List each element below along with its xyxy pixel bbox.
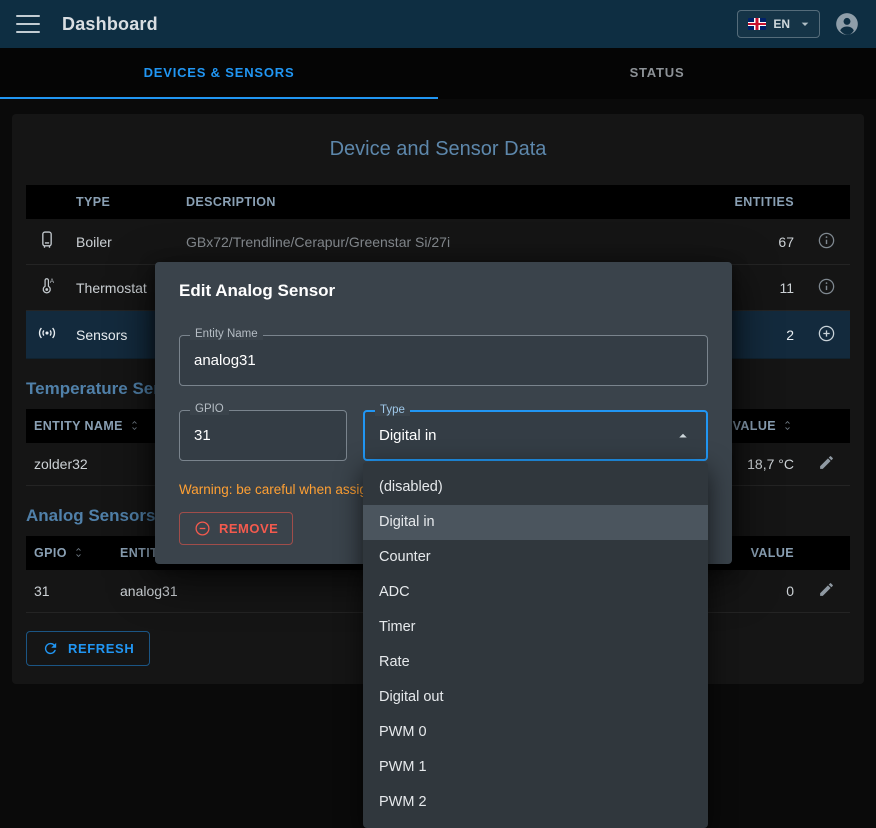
dropdown-option-timer[interactable]: Timer	[363, 610, 708, 645]
sensors-icon	[36, 322, 58, 344]
tab-status[interactable]: STATUS	[438, 48, 876, 99]
dropdown-option-disabled[interactable]: (disabled)	[363, 470, 708, 505]
dropdown-option-rate[interactable]: Rate	[363, 645, 708, 680]
device-description: GBx72/Trendline/Cerapur/Greenstar Si/27i	[178, 219, 710, 265]
tab-bar: DEVICES & SENSORS STATUS	[0, 48, 876, 99]
dropdown-option-counter[interactable]: Counter	[363, 540, 708, 575]
info-icon[interactable]	[817, 231, 836, 250]
gpio-field[interactable]: GPIO 31	[179, 410, 347, 461]
sort-icon	[72, 546, 85, 559]
edit-pencil-icon[interactable]	[818, 454, 835, 471]
add-circle-icon[interactable]	[817, 324, 836, 343]
type-dropdown-menu: (disabled) Digital in Counter ADC Timer …	[363, 462, 708, 828]
remove-button[interactable]: REMOVE	[179, 512, 293, 545]
dropdown-option-pwm1[interactable]: PWM 1	[363, 750, 708, 785]
refresh-icon	[42, 640, 59, 657]
sort-icon	[781, 419, 794, 432]
dropdown-option-adc[interactable]: ADC	[363, 575, 708, 610]
type-label: Type	[375, 404, 410, 416]
dropdown-arrow-icon	[674, 427, 692, 445]
edit-pencil-icon[interactable]	[818, 581, 835, 598]
topbar-actions: EN	[737, 10, 860, 38]
type-value: Digital in	[379, 427, 437, 444]
remove-label: REMOVE	[219, 521, 278, 536]
gpio-value: 31	[194, 427, 211, 444]
topbar: Dashboard EN	[0, 0, 876, 48]
type-select[interactable]: Type Digital in	[363, 410, 708, 461]
thermostat-icon: A	[37, 276, 57, 296]
sensor-gpio: 31	[26, 570, 112, 613]
entity-name-field[interactable]: Entity Name analog31	[179, 335, 708, 386]
panel-title: Device and Sensor Data	[26, 138, 850, 161]
boiler-icon	[37, 230, 57, 250]
entity-name-value: analog31	[194, 352, 256, 369]
caret-down-icon	[797, 16, 813, 32]
tab-devices-sensors[interactable]: DEVICES & SENSORS	[0, 48, 438, 99]
entity-name-label: Entity Name	[190, 328, 263, 340]
sort-icon	[128, 419, 141, 432]
col-entities: ENTITIES	[710, 185, 802, 219]
table-row-boiler[interactable]: Boiler GBx72/Trendline/Cerapur/Greenstar…	[26, 219, 850, 265]
devices-table-header: TYPE DESCRIPTION ENTITIES	[26, 185, 850, 219]
svg-text:A: A	[50, 278, 55, 285]
dropdown-option-pwm2[interactable]: PWM 2	[363, 785, 708, 820]
col-gpio[interactable]: GPIO	[26, 536, 112, 570]
device-entities: 67	[710, 219, 802, 265]
device-type: Boiler	[68, 219, 178, 265]
refresh-button[interactable]: REFRESH	[26, 631, 150, 666]
uk-flag-icon	[748, 18, 766, 30]
gpio-label: GPIO	[190, 403, 229, 415]
dropdown-option-pwm0[interactable]: PWM 0	[363, 715, 708, 750]
dropdown-option-digital-out[interactable]: Digital out	[363, 680, 708, 715]
col-description: DESCRIPTION	[178, 185, 710, 219]
dialog-title: Edit Analog Sensor	[155, 262, 732, 311]
page-title: Dashboard	[62, 14, 158, 35]
dropdown-option-digital-in[interactable]: Digital in	[363, 505, 708, 540]
account-icon[interactable]	[834, 11, 860, 37]
menu-icon[interactable]	[16, 15, 40, 33]
refresh-label: REFRESH	[68, 641, 134, 656]
language-selector[interactable]: EN	[737, 10, 820, 38]
col-type: TYPE	[68, 185, 178, 219]
info-icon[interactable]	[817, 277, 836, 296]
remove-circle-icon	[194, 520, 211, 537]
language-label: EN	[773, 17, 790, 31]
